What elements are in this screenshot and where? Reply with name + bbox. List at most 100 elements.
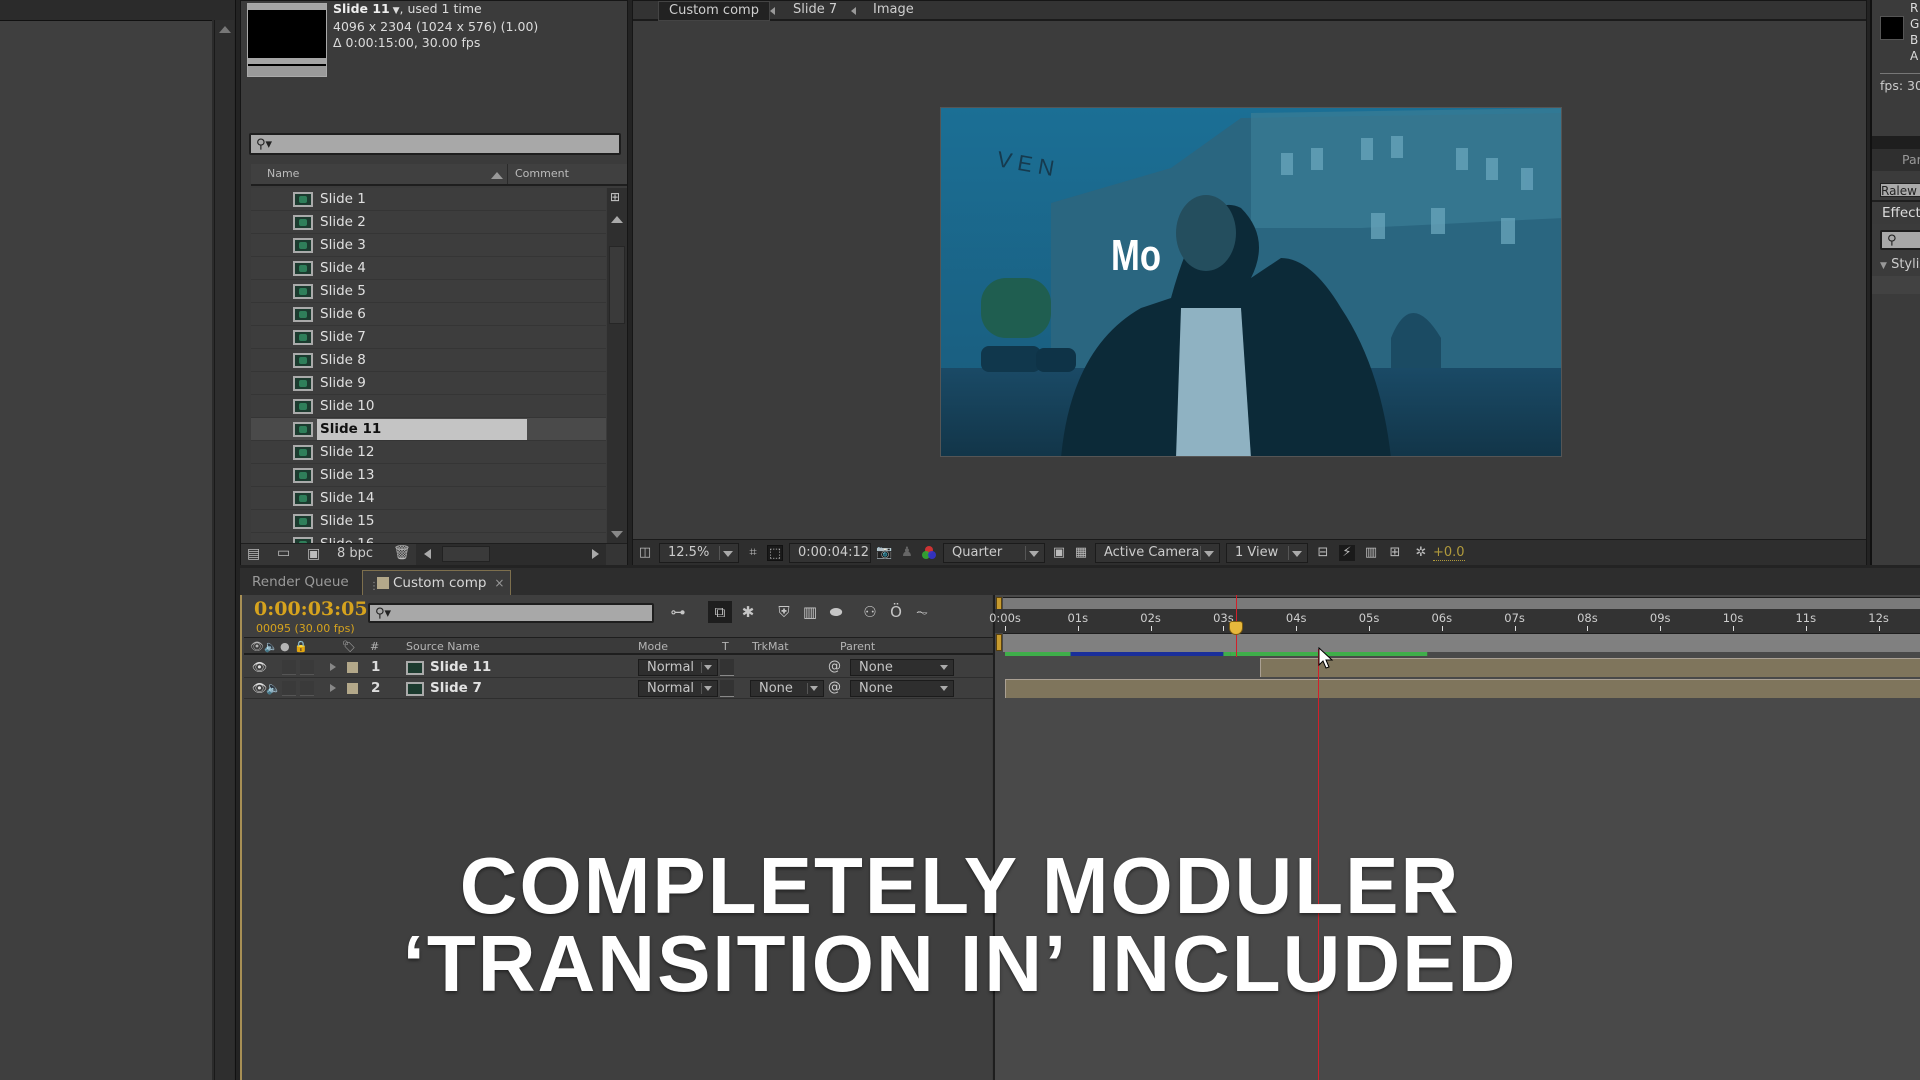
preserve-transparency-checkbox[interactable]: [720, 659, 734, 676]
project-item[interactable]: Slide 10: [251, 395, 606, 418]
current-time-indicator[interactable]: [1228, 621, 1243, 635]
font-family-field[interactable]: Ralew: [1880, 183, 1920, 197]
project-item[interactable]: Slide 8: [251, 349, 606, 372]
breadcrumb-image[interactable]: Image: [873, 1, 914, 21]
solo-switch[interactable]: [282, 681, 296, 696]
timeline-search-input[interactable]: ⚲▾: [368, 603, 654, 623]
project-item[interactable]: Slide 5: [251, 280, 606, 303]
bit-depth-button[interactable]: 8 bpc: [337, 546, 373, 561]
project-item[interactable]: Slide 13: [251, 464, 606, 487]
safe-zones-icon[interactable]: ⌗: [745, 545, 761, 561]
layer-name[interactable]: Slide 7: [430, 678, 482, 698]
transparency-grid-icon[interactable]: ▦: [1073, 545, 1089, 561]
eye-icon[interactable]: 👁: [252, 678, 267, 698]
mask-visibility-icon[interactable]: ⬚: [767, 545, 783, 561]
draft-3d-icon[interactable]: ⧉: [708, 601, 732, 623]
new-folder-icon[interactable]: ▭: [277, 545, 290, 561]
show-snapshot-icon[interactable]: ♟: [899, 545, 915, 561]
speaker-icon[interactable]: 🔈: [266, 678, 281, 698]
work-area-start-handle[interactable]: [996, 634, 1002, 651]
magnification-dropdown[interactable]: 12.5%: [659, 543, 739, 563]
dropdown-arrow-icon[interactable]: ▼: [390, 6, 400, 16]
breadcrumb-custom-comp[interactable]: Custom comp: [658, 1, 770, 21]
tab-render-queue[interactable]: Render Queue: [242, 570, 359, 595]
time-navigator[interactable]: [1003, 597, 1920, 609]
layer-duration-bar[interactable]: [1259, 658, 1920, 677]
layer-row[interactable]: 👁 🔈 2 Slide 7 Normal None @ None: [244, 678, 994, 699]
composition-frame[interactable]: V E N Mo: [940, 107, 1562, 457]
project-search-input[interactable]: ⚲▾: [249, 133, 621, 155]
layer-duration-bar[interactable]: [1005, 679, 1920, 698]
close-icon[interactable]: ×: [494, 571, 504, 595]
channels-icon[interactable]: [921, 545, 937, 561]
fast-render-icon[interactable]: ⚡: [1339, 545, 1355, 561]
exposure-reset-icon[interactable]: ✲: [1413, 545, 1429, 561]
label-color[interactable]: [347, 683, 358, 694]
flowchart-icon[interactable]: ⊞: [610, 190, 620, 204]
parent-pick-whip-icon[interactable]: @: [828, 657, 841, 677]
brainstorm-icon[interactable]: ⬬: [824, 601, 848, 623]
flowchart-icon[interactable]: ⊞: [1387, 545, 1403, 561]
snapshot-camera-icon[interactable]: 📷: [876, 545, 892, 561]
scroll-up-icon[interactable]: [611, 216, 623, 223]
effects-category-stylize[interactable]: ▼ Styliz: [1880, 257, 1920, 272]
fast-previews-icon[interactable]: ▣: [1051, 545, 1067, 561]
lock-switch[interactable]: [300, 660, 314, 675]
scroll-down-icon[interactable]: [611, 531, 623, 538]
project-item[interactable]: Slide 1: [251, 188, 606, 211]
tab-paragraph[interactable]: Par: [1902, 152, 1920, 167]
expand-arrow-icon[interactable]: [330, 684, 336, 692]
trash-icon[interactable]: 🗑: [393, 545, 411, 561]
track-matte-dropdown[interactable]: None: [750, 680, 824, 697]
project-item[interactable]: Slide 12: [251, 441, 606, 464]
tab-custom-comp[interactable]: ⋮ Custom comp ×: [362, 570, 512, 595]
project-item[interactable]: Slide 2: [251, 211, 606, 234]
audio-switch-icon[interactable]: 🔈: [264, 638, 278, 655]
horizontal-scrollbar[interactable]: [416, 544, 606, 565]
project-item[interactable]: Slide 15: [251, 510, 606, 533]
video-switch-icon[interactable]: 👁: [250, 638, 264, 655]
work-area-bar[interactable]: [1003, 633, 1920, 652]
effects-search-input[interactable]: ⚲: [1880, 230, 1920, 250]
project-item[interactable]: Slide 4: [251, 257, 606, 280]
toggle-pixel-aspect-icon[interactable]: ⊟: [1315, 545, 1331, 561]
scroll-right-icon[interactable]: [592, 549, 599, 559]
project-item[interactable]: Slide 6: [251, 303, 606, 326]
item-name[interactable]: Slide 11: [333, 1, 390, 16]
layer-row[interactable]: 👁 1 Slide 11 Normal @ None: [244, 657, 994, 678]
label-color[interactable]: [347, 662, 358, 673]
scroll-thumb[interactable]: [609, 246, 625, 324]
project-item[interactable]: Slide 9: [251, 372, 606, 395]
project-item[interactable]: Slide 16: [251, 533, 606, 543]
effects-item[interactable]: [1872, 276, 1920, 294]
expand-icon[interactable]: ▼: [1880, 261, 1887, 271]
breadcrumb-slide-7[interactable]: Slide 7: [793, 1, 837, 21]
hide-shy-layers-icon[interactable]: ✱: [736, 601, 760, 623]
time-ruler[interactable]: 0:00s 01s 02s 03s 04s 05s 06s 07s 08s 09s 10s 11s 12…: [989, 609, 1920, 633]
new-composition-icon[interactable]: ▣: [307, 546, 320, 562]
project-item[interactable]: Slide 7: [251, 326, 606, 349]
graph-editor-icon[interactable]: ⏦: [910, 601, 934, 623]
auto-keyframe-icon[interactable]: ⚇: [858, 601, 882, 623]
column-name[interactable]: Name: [267, 167, 299, 180]
region-icon[interactable]: ◫: [637, 545, 653, 561]
camera-view-dropdown[interactable]: Active Camera: [1095, 543, 1220, 563]
project-item[interactable]: Slide 14: [251, 487, 606, 510]
current-time-field[interactable]: 0:00:04:12: [789, 543, 871, 563]
timeline-icon[interactable]: ▥: [1363, 545, 1379, 561]
column-source-name[interactable]: Source Name: [406, 638, 480, 655]
layer-name[interactable]: Slide 11: [430, 657, 491, 677]
solo-switch[interactable]: [282, 660, 296, 675]
live-update-icon[interactable]: Ö: [884, 601, 908, 623]
current-time-display[interactable]: 0:00:03:05: [254, 598, 368, 620]
scroll-up-icon[interactable]: [219, 26, 231, 33]
view-layout-dropdown[interactable]: 1 View: [1226, 543, 1308, 563]
parent-dropdown[interactable]: None: [850, 680, 954, 697]
eye-icon[interactable]: 👁: [252, 657, 267, 677]
parent-dropdown[interactable]: None: [850, 659, 954, 676]
column-comment[interactable]: Comment: [515, 167, 569, 180]
lock-icon[interactable]: 🔒: [294, 638, 308, 655]
scroll-thumb[interactable]: [442, 546, 490, 562]
project-item[interactable]: Slide 3: [251, 234, 606, 257]
label-tag-icon[interactable]: 🏷: [342, 638, 356, 655]
